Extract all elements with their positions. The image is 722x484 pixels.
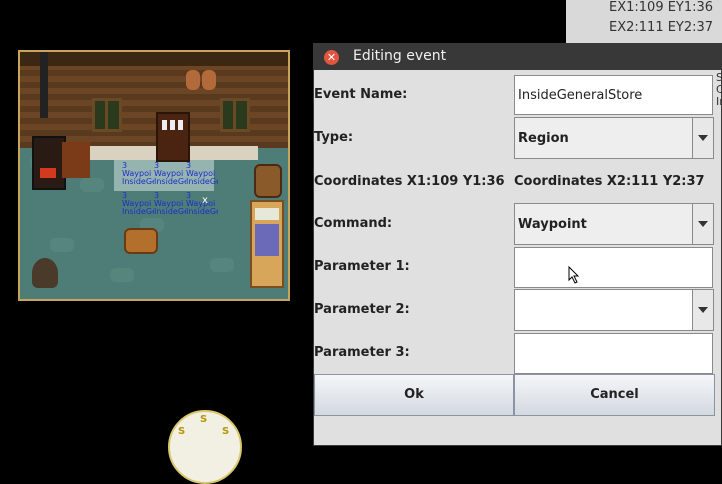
waypoint-sublabel: InsideGe: [186, 208, 218, 216]
chevron-down-icon[interactable]: [692, 290, 713, 330]
compass-wheel[interactable]: S S S: [168, 410, 242, 484]
chimney-pipe: [40, 52, 48, 118]
command-value: Waypoint: [518, 217, 587, 232]
wall-top: [20, 52, 288, 66]
type-select[interactable]: Region: [514, 117, 714, 159]
command-select[interactable]: Waypoint: [514, 203, 714, 245]
ex1-readout: EX1:109 EY1:36: [609, 0, 714, 15]
waypoint-label[interactable]: Waypoi: [154, 170, 186, 178]
wheel-letter: S: [178, 426, 186, 437]
waypoint-label[interactable]: Waypoi: [154, 200, 186, 208]
parameter-2-label: Parameter 2:: [314, 302, 410, 317]
waypoint-sublabel: InsideGe: [154, 178, 186, 186]
barrel: [254, 164, 282, 198]
waypoint-number: 3: [154, 191, 160, 200]
waypoint-sublabel: InsideGe: [186, 178, 218, 186]
event-name-field[interactable]: InsideGeneralStore: [514, 75, 713, 115]
clay-pots: [186, 70, 218, 90]
waypoint-sublabel: InsideGe: [122, 208, 154, 216]
dialog-title: Editing event: [353, 48, 447, 64]
edge-text: S C Ir: [716, 72, 722, 108]
wooden-door: [156, 112, 190, 162]
parameter-1-label: Parameter 1:: [314, 259, 410, 274]
chevron-down-icon[interactable]: [692, 204, 713, 244]
waypoint-label[interactable]: Waypoi: [122, 170, 154, 178]
waypoint-number: 3: [186, 191, 192, 200]
event-name-value: InsideGeneralStore: [518, 88, 643, 103]
sink: [62, 142, 90, 178]
type-label: Type:: [314, 130, 354, 145]
round-table: [124, 228, 158, 254]
type-value: Region: [518, 131, 569, 146]
ex2-readout: EX2:111 EY2:37: [609, 20, 714, 35]
wheel-letter: S: [222, 426, 230, 437]
waypoint-number: 3: [122, 191, 128, 200]
coordinates-start: Coordinates X1:109 Y1:36: [314, 174, 505, 189]
waypoint-number: 3: [122, 161, 128, 170]
parameter-3-field[interactable]: [514, 333, 713, 374]
map-cursor-mark: x: [202, 195, 208, 206]
window-left: [92, 98, 122, 132]
waypoint-sublabel: InsideGe: [122, 178, 154, 186]
waypoint-label[interactable]: Waypoi: [122, 200, 154, 208]
parameter-3-label: Parameter 3:: [314, 345, 410, 360]
parameter-2-select[interactable]: [514, 289, 714, 331]
waypoint-number: 3: [154, 161, 160, 170]
event-name-label: Event Name:: [314, 87, 408, 102]
close-icon[interactable]: ✕: [324, 50, 339, 65]
command-label: Command:: [314, 216, 393, 231]
dialog-titlebar[interactable]: ✕ Editing event: [314, 44, 722, 70]
stove: [32, 136, 66, 190]
game-map[interactable]: 3 3 3 Waypoi Waypoi Waypoi InsideGe Insi…: [18, 50, 290, 301]
cancel-button[interactable]: Cancel: [514, 374, 715, 416]
edge-text-line: Ir: [716, 95, 722, 108]
window-right: [220, 98, 250, 132]
bed: [250, 200, 284, 288]
waypoint-sublabel: InsideGe: [154, 208, 186, 216]
ok-button[interactable]: Ok: [314, 374, 514, 416]
coordinates-end: Coordinates X2:111 Y2:37: [514, 174, 705, 189]
stove-fire: [40, 168, 56, 178]
chevron-down-icon[interactable]: [692, 118, 713, 158]
npc-character[interactable]: [32, 258, 58, 288]
mouse-pointer-icon: [568, 266, 580, 284]
waypoint-label[interactable]: Waypoi: [186, 170, 218, 178]
editing-event-dialog: ✕ Editing event Event Name: InsideGenera…: [313, 43, 722, 446]
wheel-letter: S: [200, 414, 208, 425]
parameter-1-field[interactable]: [514, 247, 713, 288]
waypoint-number: 3: [186, 161, 192, 170]
